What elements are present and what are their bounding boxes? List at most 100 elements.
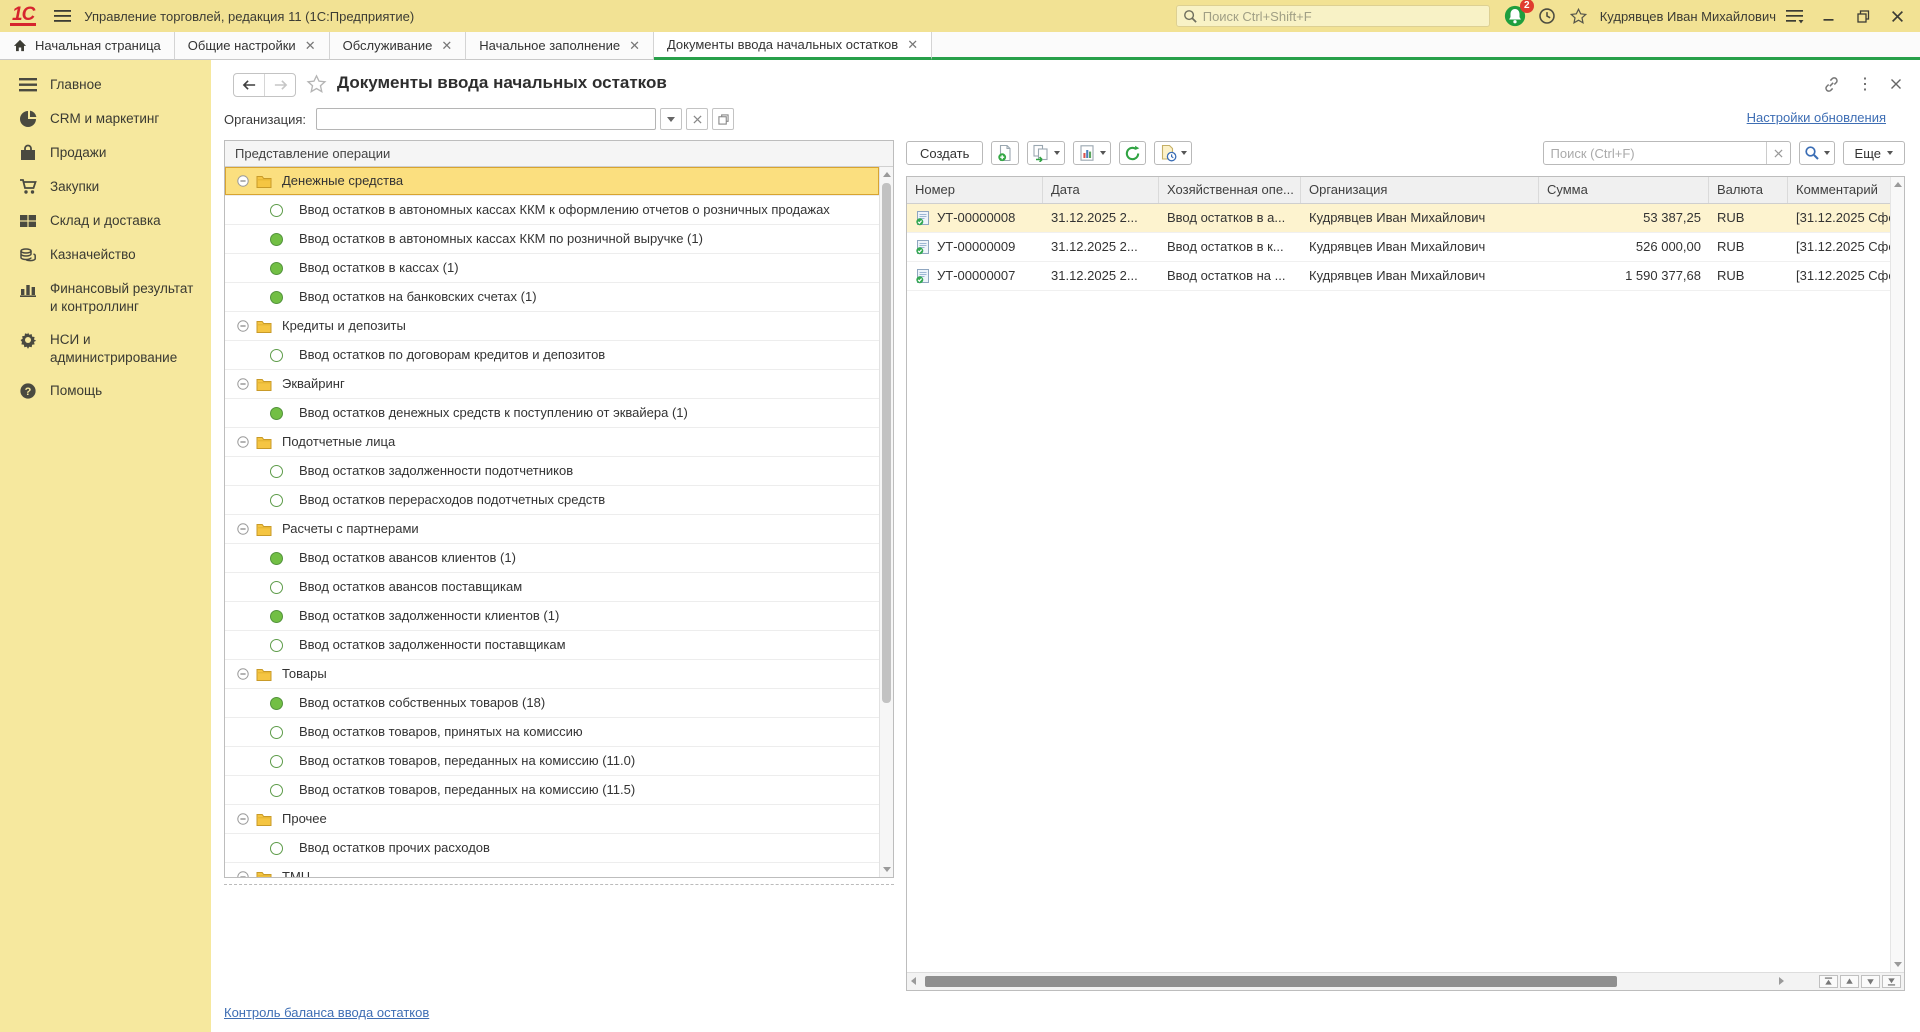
forward-button[interactable] xyxy=(265,74,295,96)
tree-group-row[interactable]: Товары xyxy=(225,660,879,689)
tree-item-row[interactable]: Ввод остатков в автономных кассах ККМ к … xyxy=(225,196,879,225)
scroll-up-icon[interactable] xyxy=(883,172,891,177)
close-button[interactable] xyxy=(1884,4,1910,28)
tab-3[interactable]: Обслуживание✕ xyxy=(330,32,467,60)
minimize-button[interactable] xyxy=(1816,4,1842,28)
tree-item-row[interactable]: Ввод остатков товаров, принятых на комис… xyxy=(225,718,879,747)
tab-close-icon[interactable]: ✕ xyxy=(629,38,640,54)
restore-button[interactable] xyxy=(1850,4,1876,28)
notifications-icon[interactable]: 2 xyxy=(1502,4,1528,28)
collapse-icon[interactable] xyxy=(237,175,249,187)
tree-item-row[interactable]: Ввод остатков денежных средств к поступл… xyxy=(225,399,879,428)
tree-group-row[interactable]: Расчеты с партнерами xyxy=(225,515,879,544)
organization-open-button[interactable] xyxy=(712,108,734,130)
balance-control-link[interactable]: Контроль баланса ввода остатков xyxy=(224,1005,429,1020)
user-name[interactable]: Кудрявцев Иван Михайлович xyxy=(1600,9,1776,24)
tree-group-row[interactable]: Денежные средства xyxy=(225,167,879,196)
tab-close-icon[interactable]: ✕ xyxy=(441,38,452,54)
collapse-icon[interactable] xyxy=(237,871,249,877)
column-header[interactable]: Комментарий xyxy=(1788,177,1904,203)
tree-item-row[interactable]: Ввод остатков прочих расходов xyxy=(225,834,879,863)
create-button[interactable]: Создать xyxy=(906,141,983,165)
tree-item-row[interactable]: Ввод остатков задолженности подотчетнико… xyxy=(225,457,879,486)
tree-group-row[interactable]: Кредиты и депозиты xyxy=(225,312,879,341)
tree-item-row[interactable]: Ввод остатков задолженности поставщикам xyxy=(225,631,879,660)
sidebar-item-purchases[interactable]: Закупки xyxy=(0,170,211,204)
sidebar-item-main[interactable]: Главное xyxy=(0,68,211,102)
tab-close-icon[interactable]: ✕ xyxy=(305,38,316,54)
table-row[interactable]: УТ-0000000731.12.2025 2...Ввод остатков … xyxy=(907,262,1904,291)
tree-item-row[interactable]: Ввод остатков на банковских счетах (1) xyxy=(225,283,879,312)
page-up-button[interactable] xyxy=(1840,975,1859,988)
table-horizontal-scrollbar[interactable] xyxy=(907,972,1904,990)
column-header[interactable]: Дата xyxy=(1043,177,1159,203)
tree-group-row[interactable]: ТМЦ xyxy=(225,863,879,877)
scroll-right-icon[interactable] xyxy=(1779,977,1784,985)
tree-item-row[interactable]: Ввод остатков по договорам кредитов и де… xyxy=(225,341,879,370)
page-down-button[interactable] xyxy=(1861,975,1880,988)
column-header[interactable]: Организация xyxy=(1301,177,1539,203)
more-actions-button[interactable]: Еще xyxy=(1843,141,1905,165)
sidebar-item-finance[interactable]: Финансовый результат и контроллинг xyxy=(0,272,211,323)
global-search[interactable] xyxy=(1176,5,1490,27)
collapse-icon[interactable] xyxy=(237,523,249,535)
tree-scroll-thumb[interactable] xyxy=(882,183,891,703)
collapse-icon[interactable] xyxy=(237,813,249,825)
collapse-icon[interactable] xyxy=(237,378,249,390)
tree-vertical-scrollbar[interactable] xyxy=(879,167,893,877)
back-button[interactable] xyxy=(234,74,265,96)
tree-item-row[interactable]: Ввод остатков в автономных кассах ККМ по… xyxy=(225,225,879,254)
column-header[interactable]: Сумма xyxy=(1539,177,1709,203)
tree-item-row[interactable]: Ввод остатков авансов поставщикам xyxy=(225,573,879,602)
sidebar-item-sales[interactable]: Продажи xyxy=(0,136,211,170)
table-row[interactable]: УТ-0000000831.12.2025 2...Ввод остатков … xyxy=(907,204,1904,233)
tab-1[interactable]: Начальная страница xyxy=(0,32,175,60)
tree-group-row[interactable]: Эквайринг xyxy=(225,370,879,399)
tree-item-row[interactable]: Ввод остатков в кассах (1) xyxy=(225,254,879,283)
scroll-down-icon[interactable] xyxy=(883,867,891,872)
go-to-bottom-button[interactable] xyxy=(1882,975,1901,988)
more-menu-icon[interactable]: ⋮ xyxy=(1857,74,1873,94)
advanced-search-button[interactable] xyxy=(1799,141,1835,165)
list-search[interactable] xyxy=(1543,141,1791,165)
sidebar-item-crm[interactable]: CRM и маркетинг xyxy=(0,102,211,136)
sidebar-item-treasury[interactable]: Казначейство xyxy=(0,238,211,272)
tree-item-row[interactable]: Ввод остатков товаров, переданных на ком… xyxy=(225,747,879,776)
tree-group-row[interactable]: Прочее xyxy=(225,805,879,834)
history-icon[interactable] xyxy=(1534,4,1560,28)
collapse-icon[interactable] xyxy=(237,436,249,448)
organization-dropdown-button[interactable] xyxy=(660,108,682,130)
print-report-button[interactable] xyxy=(1073,141,1111,165)
service-menu-icon[interactable] xyxy=(1782,4,1808,28)
collapse-icon[interactable] xyxy=(237,668,249,680)
main-menu-icon[interactable] xyxy=(50,4,76,28)
tree-item-row[interactable]: Ввод остатков задолженности клиентов (1) xyxy=(225,602,879,631)
collapse-icon[interactable] xyxy=(237,320,249,332)
organization-clear-button[interactable] xyxy=(686,108,708,130)
table-row[interactable]: УТ-0000000931.12.2025 2...Ввод остатков … xyxy=(907,233,1904,262)
organization-input[interactable] xyxy=(316,108,656,130)
column-header[interactable]: Хозяйственная опе... xyxy=(1159,177,1301,203)
scroll-down-icon[interactable] xyxy=(1894,962,1902,967)
table-vertical-scrollbar[interactable] xyxy=(1890,177,1904,972)
scroll-left-icon[interactable] xyxy=(911,977,916,985)
tree-item-row[interactable]: Ввод остатков перерасходов подотчетных с… xyxy=(225,486,879,515)
copy-document-button[interactable] xyxy=(1027,141,1065,165)
go-to-top-button[interactable] xyxy=(1819,975,1838,988)
hscroll-thumb[interactable] xyxy=(925,976,1617,987)
scroll-up-icon[interactable] xyxy=(1894,182,1902,187)
tree-item-row[interactable]: Ввод остатков собственных товаров (18) xyxy=(225,689,879,718)
panel-splitter[interactable] xyxy=(224,884,894,885)
sidebar-item-warehouse[interactable]: Склад и доставка xyxy=(0,204,211,238)
list-search-clear-icon[interactable] xyxy=(1766,142,1790,164)
sidebar-item-admin[interactable]: НСИ и администрирование xyxy=(0,323,211,374)
tree-item-row[interactable]: Ввод остатков авансов клиентов (1) xyxy=(225,544,879,573)
refresh-button[interactable] xyxy=(1119,141,1146,165)
set-period-button[interactable] xyxy=(1154,141,1192,165)
update-settings-link[interactable]: Настройки обновления xyxy=(1747,110,1886,125)
get-link-icon[interactable] xyxy=(1823,76,1840,93)
favorites-icon[interactable] xyxy=(1566,4,1592,28)
list-search-input[interactable] xyxy=(1544,146,1766,161)
tab-4[interactable]: Начальное заполнение✕ xyxy=(466,32,654,60)
tree-column-header[interactable]: Представление операции xyxy=(225,141,893,167)
